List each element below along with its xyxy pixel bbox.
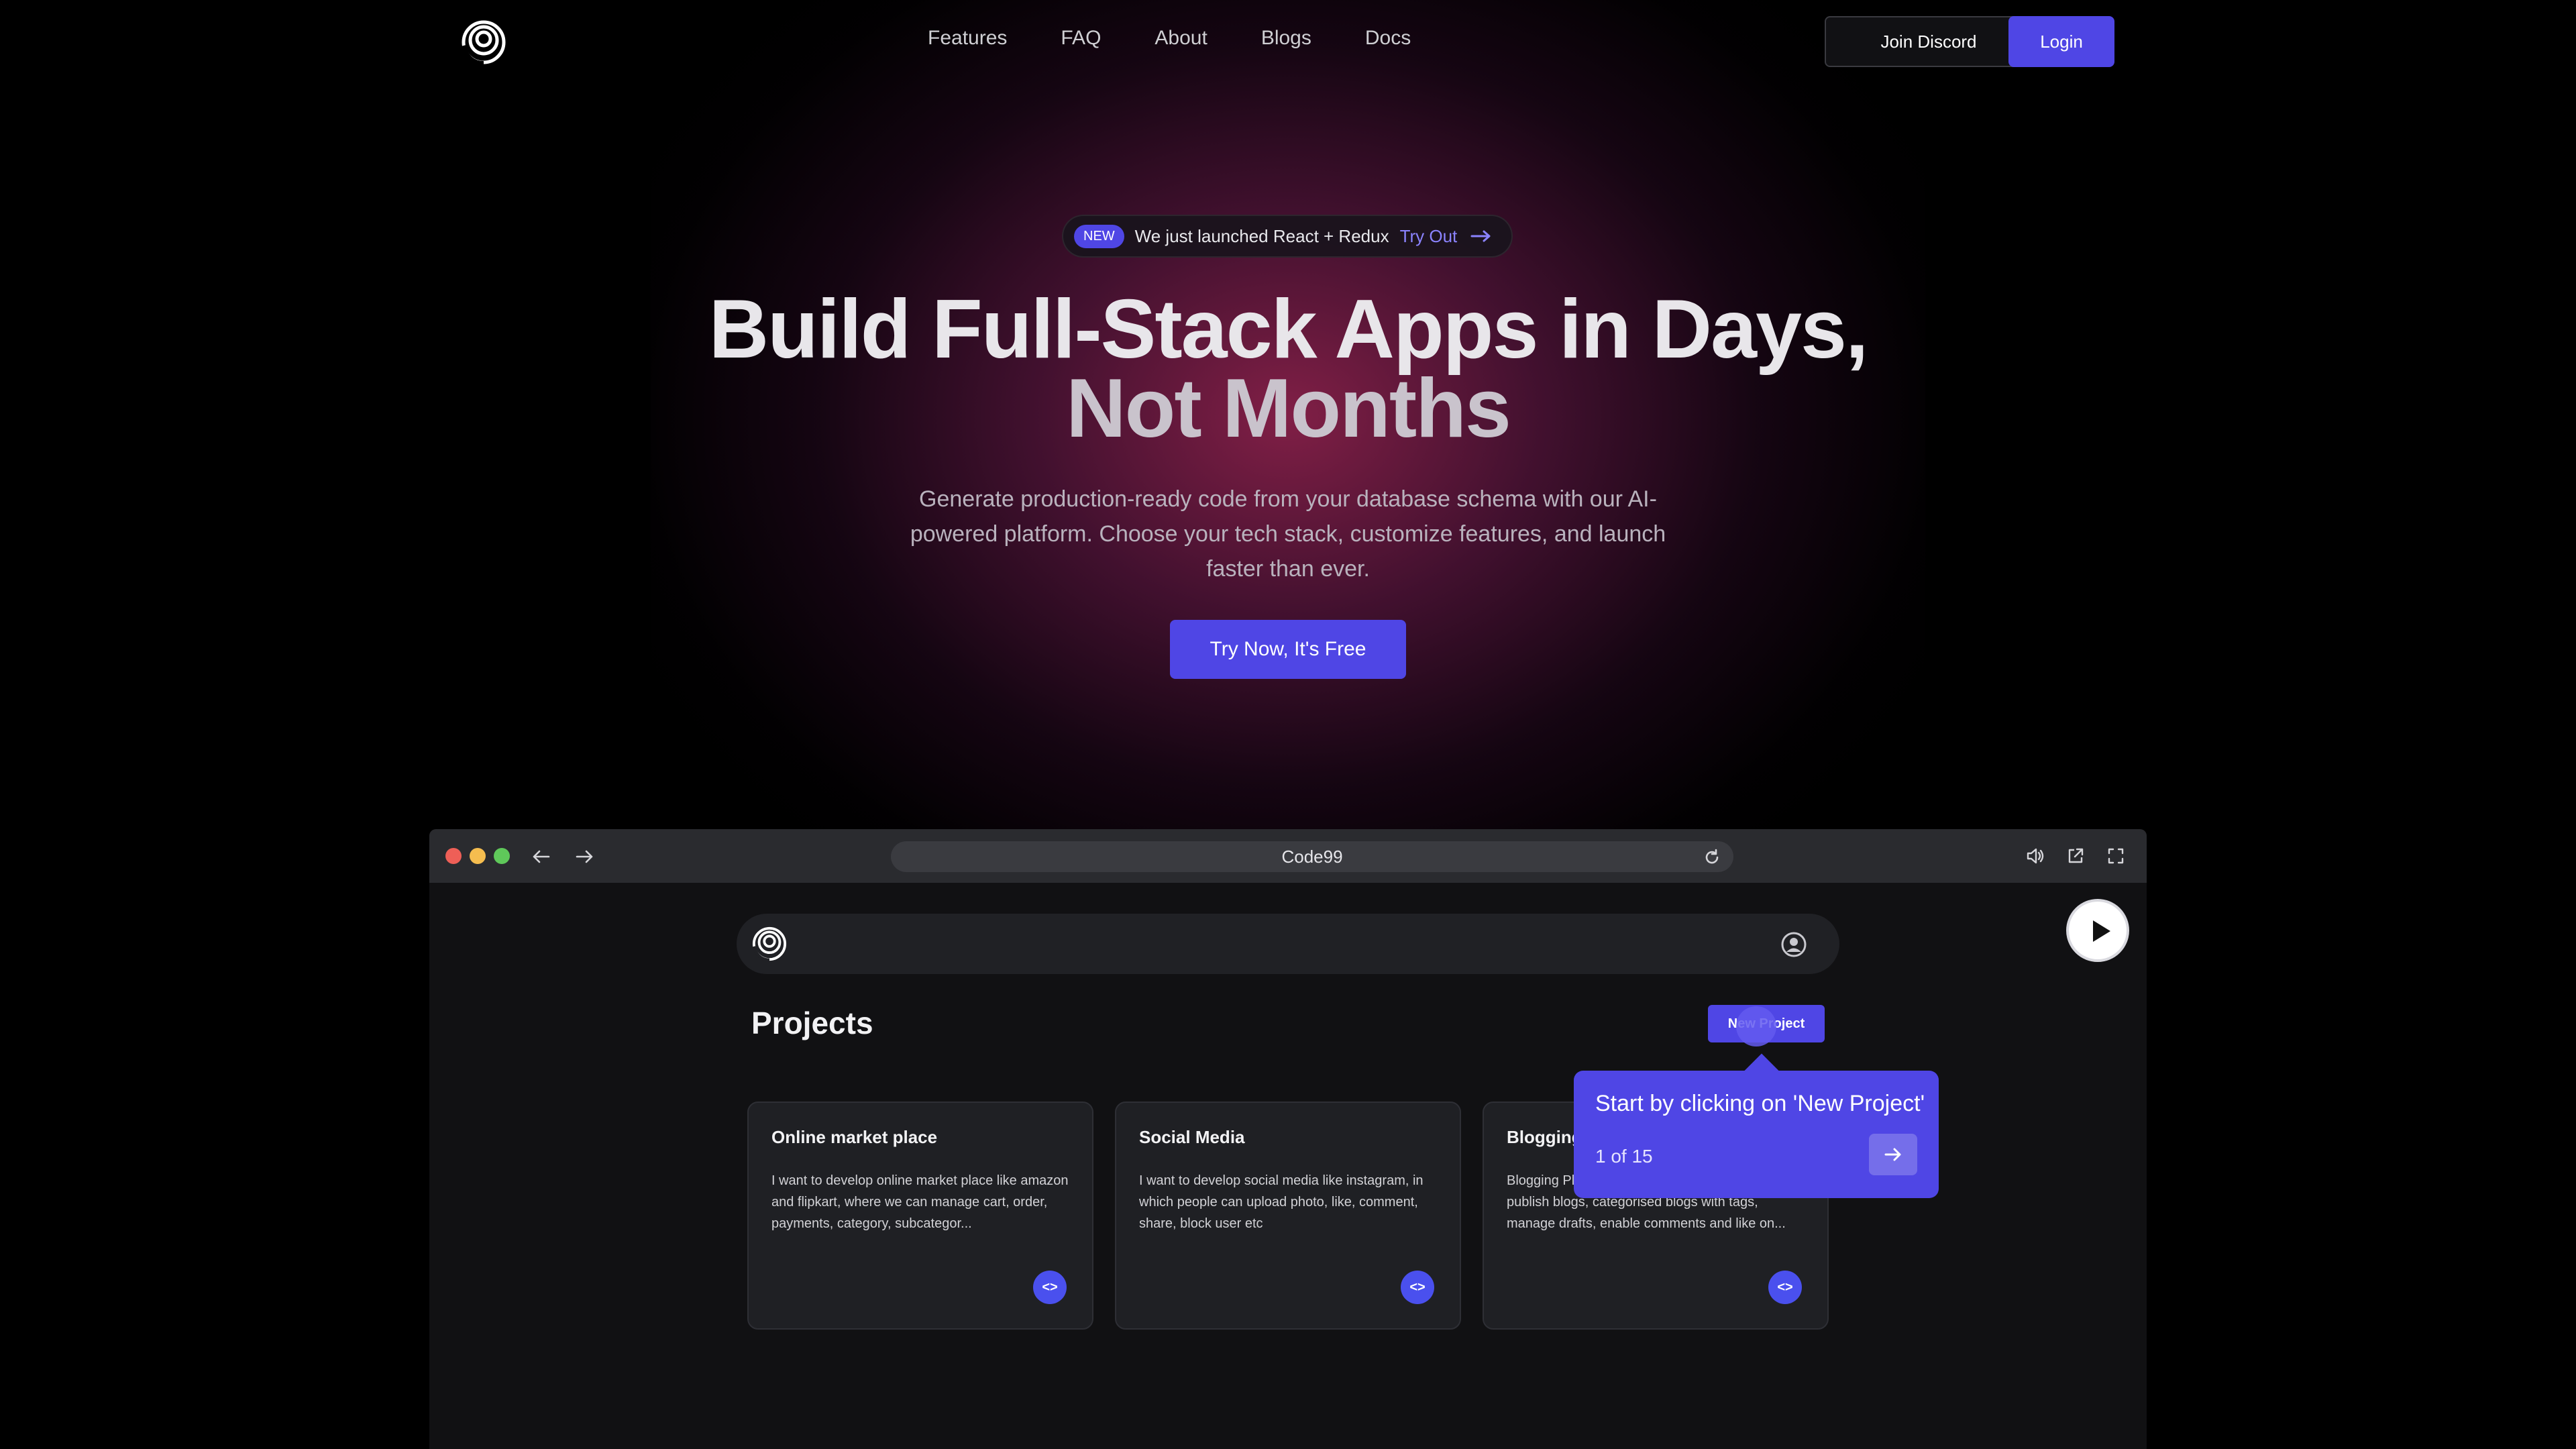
reload-icon[interactable] (1703, 848, 1721, 867)
card-title: Social Media (1139, 1127, 1245, 1147)
tour-step-counter: 1 of 15 (1595, 1146, 1653, 1167)
login-button[interactable]: Login (2008, 16, 2114, 67)
arrow-right-icon (1470, 230, 1491, 242)
nav-links: Features FAQ About Blogs Docs (928, 27, 1411, 50)
hero-subtitle: Generate production-ready code from your… (910, 486, 1666, 582)
hero-title-line2: Not Months (1066, 362, 1511, 455)
hero-title: Build Full-Stack Apps in Days, Not Month… (0, 283, 2576, 455)
tour-next-button[interactable] (1869, 1134, 1917, 1175)
spiral-logo-icon[interactable] (751, 926, 788, 962)
card-description: I want to develop social media like inst… (1139, 1173, 1424, 1231)
arrow-right-icon (1884, 1148, 1901, 1161)
card-description: I want to develop online market place li… (771, 1173, 1069, 1231)
tour-text: Start by clicking on 'New Project' (1595, 1091, 1925, 1116)
user-circle-icon[interactable] (1780, 931, 1807, 958)
play-icon (2093, 920, 2110, 942)
click-indicator (1736, 1006, 1776, 1046)
address-bar[interactable]: Code99 (891, 841, 1733, 872)
nav-features[interactable]: Features (928, 27, 1007, 50)
volume-icon[interactable] (2025, 845, 2046, 867)
url-text: Code99 (1281, 846, 1343, 867)
code-button[interactable]: <> (1401, 1271, 1434, 1304)
onboarding-tooltip: Start by clicking on 'New Project' 1 of … (1574, 1071, 1939, 1198)
external-link-icon[interactable] (2065, 845, 2086, 867)
spiral-logo-icon[interactable] (460, 19, 507, 66)
project-card[interactable]: Social Media I want to develop social me… (1115, 1102, 1461, 1330)
hero-title-line1: Build Full-Stack Apps in Days, (708, 283, 1869, 376)
try-out-link[interactable]: Try Out (1400, 226, 1458, 247)
join-discord-button[interactable]: Join Discord (1825, 16, 2033, 67)
card-title: Online market place (771, 1127, 938, 1147)
maximize-dot[interactable] (494, 848, 510, 864)
announcement-pill[interactable]: NEW We just launched React + Redux Try O… (1062, 215, 1513, 258)
fullscreen-icon[interactable] (2105, 845, 2127, 867)
code-button[interactable]: <> (1033, 1271, 1067, 1304)
try-now-button[interactable]: Try Now, It's Free (1170, 620, 1406, 679)
announcement-text: We just launched React + Redux (1134, 225, 1389, 246)
projects-title: Projects (751, 1006, 873, 1040)
nav-about[interactable]: About (1155, 27, 1207, 50)
arrow-left-icon[interactable] (530, 845, 553, 868)
top-nav: Features FAQ About Blogs Docs Join Disco… (0, 0, 2576, 83)
arrow-right-icon[interactable] (573, 845, 596, 868)
nav-docs[interactable]: Docs (1365, 27, 1411, 50)
hero-glow (651, 0, 1925, 919)
close-dot[interactable] (445, 848, 462, 864)
nav-blogs[interactable]: Blogs (1261, 27, 1311, 50)
card-title: Blogging (1507, 1127, 1582, 1147)
minimize-dot[interactable] (470, 848, 486, 864)
new-badge: NEW (1074, 224, 1124, 248)
project-card[interactable]: Online market place I want to develop on… (747, 1102, 1093, 1330)
nav-faq[interactable]: FAQ (1061, 27, 1101, 50)
app-header (737, 914, 1839, 974)
play-button[interactable] (2066, 899, 2129, 962)
browser-window: Code99 Projects Project Online market pl… (429, 829, 2147, 1449)
browser-toolbar: Code99 (429, 829, 2147, 883)
code-button[interactable]: <> (1768, 1271, 1802, 1304)
